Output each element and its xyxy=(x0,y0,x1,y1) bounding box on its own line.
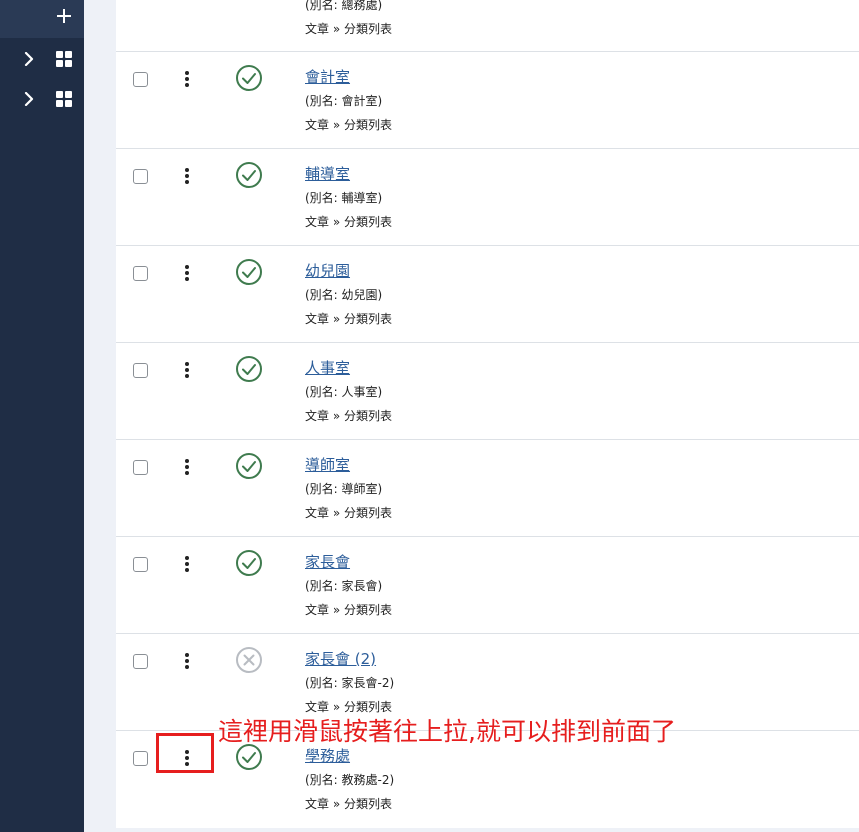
table-row: 家長會 (別名: 家長會) 文章 » 分類列表 xyxy=(116,536,859,633)
row-checkbox[interactable] xyxy=(133,654,148,669)
published-check-icon[interactable] xyxy=(235,549,263,577)
drag-handle-icon[interactable] xyxy=(185,653,189,669)
highlight-box xyxy=(156,733,214,773)
row-alias: (別名: 總務處) xyxy=(305,0,383,12)
row-breadcrumb: 文章 » 分類列表 xyxy=(305,215,392,229)
row-breadcrumb: 文章 » 分類列表 xyxy=(305,22,392,36)
row-breadcrumb: 文章 » 分類列表 xyxy=(305,603,392,617)
annotation-text: 這裡用滑鼠按著往上拉,就可以排到前面了 xyxy=(218,717,676,746)
table-row: 會計室 (別名: 會計室) 文章 » 分類列表 xyxy=(116,51,859,148)
row-checkbox[interactable] xyxy=(133,72,148,87)
drag-handle-icon[interactable] xyxy=(185,168,189,184)
row-breadcrumb: 文章 » 分類列表 xyxy=(305,506,392,520)
category-title-link[interactable]: 人事室 xyxy=(305,357,350,378)
category-title-link[interactable]: 會計室 xyxy=(305,66,350,87)
published-check-icon[interactable] xyxy=(235,355,263,383)
sidebar xyxy=(0,0,84,832)
drag-handle-icon[interactable] xyxy=(185,362,189,378)
sidebar-item-1[interactable] xyxy=(0,44,84,74)
published-check-icon[interactable] xyxy=(235,161,263,189)
grid-icon xyxy=(56,91,72,107)
table-row: 人事室 (別名: 人事室) 文章 » 分類列表 xyxy=(116,342,859,439)
row-checkbox[interactable] xyxy=(133,363,148,378)
chevron-right-icon[interactable] xyxy=(24,92,34,106)
row-breadcrumb: 文章 » 分類列表 xyxy=(305,118,392,132)
row-alias: (別名: 教務處-2) xyxy=(305,773,395,787)
plus-icon xyxy=(57,9,71,23)
row-checkbox[interactable] xyxy=(133,169,148,184)
row-breadcrumb: 文章 » 分類列表 xyxy=(305,797,392,811)
row-checkbox[interactable] xyxy=(133,460,148,475)
category-title-link[interactable]: 家長會 xyxy=(305,551,350,572)
sidebar-add-item[interactable] xyxy=(0,0,84,38)
published-check-icon[interactable] xyxy=(235,64,263,92)
unpublished-x-icon[interactable] xyxy=(235,646,263,674)
row-alias: (別名: 幼兒園) xyxy=(305,288,383,302)
row-alias: (別名: 輔導室) xyxy=(305,191,383,205)
category-title-link[interactable]: 輔導室 xyxy=(305,163,350,184)
category-title-link[interactable]: 導師室 xyxy=(305,454,350,475)
table-row: 輔導室 (別名: 輔導室) 文章 » 分類列表 xyxy=(116,148,859,245)
sidebar-item-2[interactable] xyxy=(0,84,84,114)
row-alias: (別名: 家長會) xyxy=(305,579,383,593)
category-title-link[interactable]: 學務處 xyxy=(305,745,350,766)
category-title-link[interactable]: 家長會 (2) xyxy=(305,648,376,669)
row-breadcrumb: 文章 » 分類列表 xyxy=(305,312,392,326)
drag-handle-icon[interactable] xyxy=(185,71,189,87)
grid-icon xyxy=(56,51,72,67)
row-checkbox[interactable] xyxy=(133,266,148,281)
row-alias: (別名: 人事室) xyxy=(305,385,383,399)
row-checkbox[interactable] xyxy=(133,557,148,572)
published-check-icon[interactable] xyxy=(235,452,263,480)
table-row: 導師室 (別名: 導師室) 文章 » 分類列表 xyxy=(116,439,859,536)
category-title-link[interactable]: 幼兒園 xyxy=(305,260,350,281)
table-row: 幼兒園 (別名: 幼兒園) 文章 » 分類列表 xyxy=(116,245,859,342)
drag-handle-icon[interactable] xyxy=(185,459,189,475)
chevron-right-icon[interactable] xyxy=(24,52,34,66)
row-checkbox[interactable] xyxy=(133,751,148,766)
row-alias: (別名: 會計室) xyxy=(305,94,383,108)
category-list: (別名: 總務處) 文章 » 分類列表 會計室 (別名: 會計室) 文章 » 分類列… xyxy=(116,0,859,828)
drag-handle-icon[interactable] xyxy=(185,265,189,281)
drag-handle-icon[interactable] xyxy=(185,556,189,572)
table-row: (別名: 總務處) 文章 » 分類列表 xyxy=(116,0,859,51)
published-check-icon[interactable] xyxy=(235,258,263,286)
row-breadcrumb: 文章 » 分類列表 xyxy=(305,409,392,423)
row-alias: (別名: 導師室) xyxy=(305,482,383,496)
row-alias: (別名: 家長會-2) xyxy=(305,676,395,690)
